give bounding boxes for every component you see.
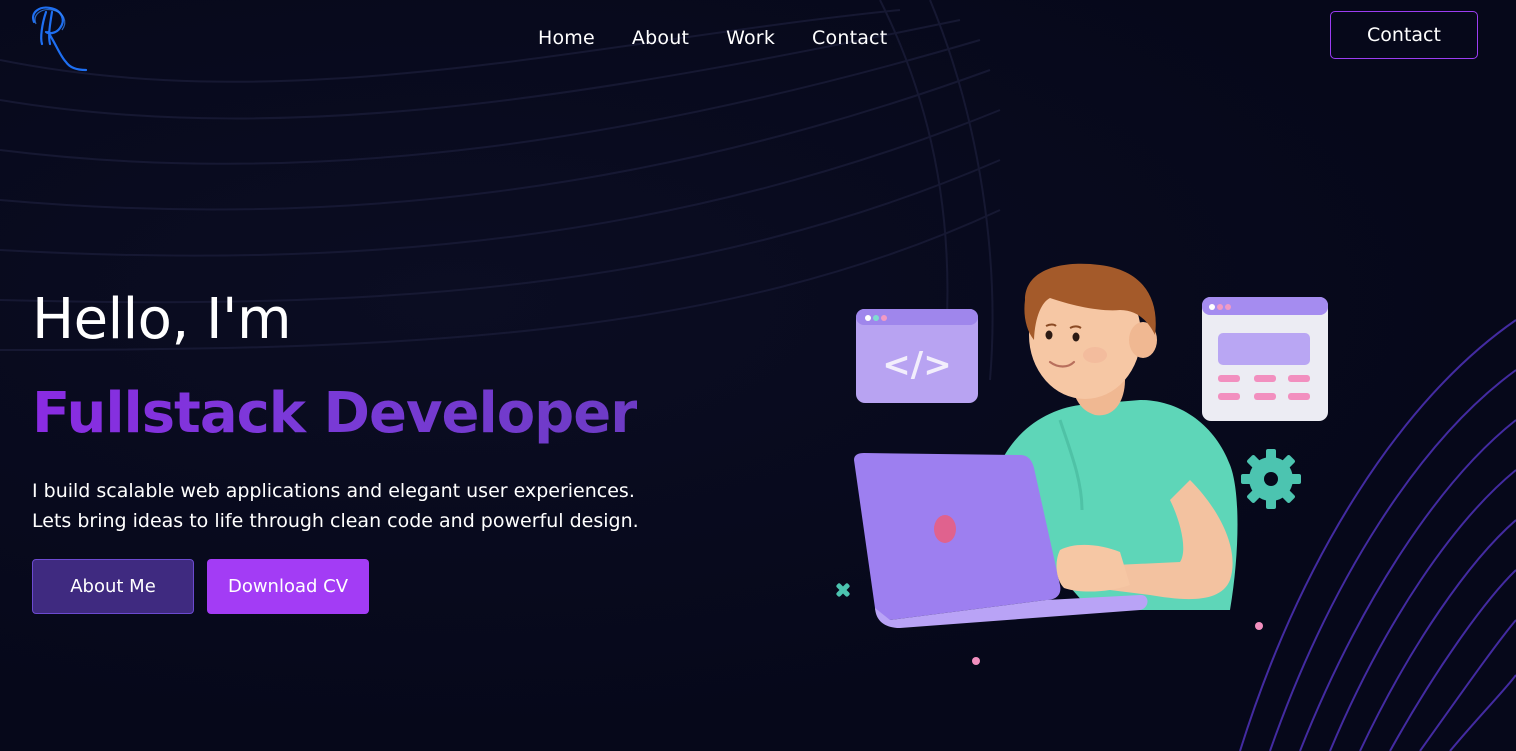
hero-greeting: Hello, I'm bbox=[32, 287, 292, 352]
developer-illustration: </> bbox=[836, 263, 1328, 665]
gear-icon bbox=[1241, 449, 1301, 509]
about-me-button[interactable]: About Me bbox=[32, 559, 194, 614]
dot-decoration bbox=[972, 657, 980, 665]
hero-description-line-1: I build scalable web applications and el… bbox=[32, 480, 635, 502]
download-cv-button[interactable]: Download CV bbox=[207, 559, 369, 614]
logo-icon[interactable] bbox=[26, 4, 92, 74]
nav-work[interactable]: Work bbox=[726, 24, 775, 52]
nav-contact[interactable]: Contact bbox=[812, 24, 887, 52]
code-window-icon: </> bbox=[856, 309, 978, 403]
main-nav: Home About Work Contact bbox=[538, 24, 924, 52]
dot-decoration bbox=[1255, 622, 1263, 630]
sparkle-cross-icon bbox=[836, 583, 850, 597]
hero-description: I build scalable web applications and el… bbox=[32, 476, 712, 536]
layout-window-icon bbox=[1202, 297, 1328, 421]
hero-description-line-2: Lets bring ideas to life through clean c… bbox=[32, 510, 639, 532]
page: Home About Work Contact Contact Hello, I… bbox=[0, 0, 1516, 751]
header-contact-button[interactable]: Contact bbox=[1330, 11, 1478, 59]
nav-about[interactable]: About bbox=[632, 24, 689, 52]
nav-home[interactable]: Home bbox=[538, 24, 595, 52]
hero-role: Fullstack Developer bbox=[32, 376, 638, 452]
code-window-label: </> bbox=[882, 345, 951, 385]
